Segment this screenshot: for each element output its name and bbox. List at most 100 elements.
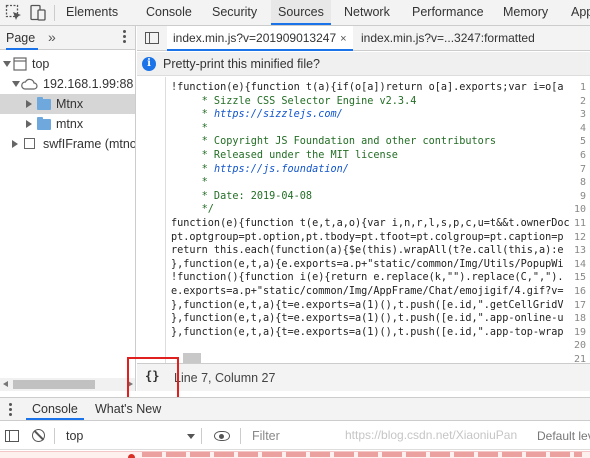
tab-whats-new[interactable]: What's New xyxy=(95,398,161,420)
line-number[interactable]: 6 xyxy=(560,149,586,163)
line-number[interactable]: 15 xyxy=(560,271,586,285)
toolbar-divider xyxy=(54,5,55,21)
line-number[interactable]: 14 xyxy=(560,258,586,272)
console-error-message xyxy=(0,451,590,458)
scroll-left-icon[interactable] xyxy=(3,381,8,387)
pretty-print-infobar: i Pretty-print this minified file? xyxy=(137,52,590,76)
tree-item-folder-mtnx-lower[interactable]: mtnx xyxy=(0,114,135,134)
toolbar-divider xyxy=(54,428,55,444)
tab-application[interactable]: App xyxy=(571,0,590,25)
code-line: !function(e){function t(a){if(o[a])retur… xyxy=(171,82,564,93)
expand-arrow-icon[interactable] xyxy=(26,100,32,108)
editor-status-bar: {} Line 7, Column 27 xyxy=(137,363,590,391)
line-number[interactable]: 7 xyxy=(560,163,586,177)
line-number[interactable]: 3 xyxy=(560,108,586,122)
tree-item-top[interactable]: top xyxy=(0,54,135,74)
editor-scrollbar-thumb[interactable] xyxy=(183,353,201,363)
chevron-down-icon[interactable] xyxy=(187,434,195,439)
code-line: * xyxy=(171,122,208,134)
code-line: * https://js.foundation/ xyxy=(171,163,349,175)
folder-icon xyxy=(37,117,51,130)
clear-console-icon[interactable] xyxy=(32,429,45,442)
tab-memory[interactable]: Memory xyxy=(503,0,548,25)
frame-icon xyxy=(13,57,27,71)
tree-item-label: Mtnx xyxy=(56,97,84,111)
code-line: */ xyxy=(171,204,214,216)
tab-network[interactable]: Network xyxy=(344,0,390,25)
file-navigator: Page » top 192.168.1.99:88 Mtnx mtnx swf… xyxy=(0,26,136,391)
expand-arrow-icon[interactable] xyxy=(26,120,32,128)
drawer-menu-icon[interactable] xyxy=(9,403,13,418)
code-line: },function(e,t,a){t=e.exports=a(1)(),t.p… xyxy=(171,299,564,311)
tab-security[interactable]: Security xyxy=(212,0,257,25)
toolbar-divider xyxy=(201,428,202,444)
expand-arrow-icon[interactable] xyxy=(12,81,20,87)
tree-item-label: top xyxy=(32,57,50,71)
tab-elements[interactable]: Elements xyxy=(66,0,118,25)
code-line: * Sizzle CSS Selector Engine v2.3.4 xyxy=(171,95,417,107)
more-tabs-button[interactable]: » xyxy=(48,29,56,45)
line-number[interactable]: 2 xyxy=(560,95,586,109)
line-number[interactable]: 4 xyxy=(560,122,586,136)
log-levels-dropdown[interactable]: Default lev xyxy=(537,422,590,450)
folder-icon xyxy=(37,97,51,110)
tree-item-label: mtnx xyxy=(56,117,84,131)
editor-tab-strip: index.min.js?v=201909013247 × index.min.j… xyxy=(137,26,590,51)
live-expression-eye-icon[interactable] xyxy=(214,431,230,441)
editor-tab-minified[interactable]: index.min.js?v=201909013247 × xyxy=(167,26,353,51)
tab-console[interactable]: Console xyxy=(146,0,192,25)
line-number[interactable]: 5 xyxy=(560,135,586,149)
tab-drawer-console[interactable]: Console xyxy=(26,398,84,420)
infobar-message: Pretty-print this minified file? xyxy=(163,57,321,71)
inspect-element-icon[interactable] xyxy=(5,4,23,22)
line-number[interactable]: 18 xyxy=(560,312,586,326)
navigator-horizontal-scrollbar[interactable] xyxy=(0,378,135,391)
frame-icon xyxy=(24,138,35,149)
editor-tab-formatted[interactable]: index.min.js?v=...3247:formatted xyxy=(361,26,535,51)
line-number[interactable]: 9 xyxy=(560,190,586,204)
code-line: * Copyright JS Foundation and other cont… xyxy=(171,136,497,148)
scrollbar-thumb[interactable] xyxy=(13,380,95,389)
code-line: e.exports=a.p+"static/common/Img/AppFram… xyxy=(171,286,564,297)
watermark-text: https://blog.csdn.net/XiaoniuPan xyxy=(345,428,518,442)
expand-arrow-icon[interactable] xyxy=(12,140,18,148)
device-toolbar-icon[interactable] xyxy=(29,4,47,22)
line-number[interactable]: 10 xyxy=(560,203,586,217)
line-number[interactable]: 21 xyxy=(560,353,586,363)
context-selector[interactable]: top xyxy=(66,422,83,450)
code-line: !function(){function i(e){return e.repla… xyxy=(171,272,564,284)
navigator-header: Page » xyxy=(0,26,135,50)
code-line: },function(e,t,a){e.exports=a.p+"static/… xyxy=(171,258,564,270)
code-line: * https://sizzlejs.com/ xyxy=(171,109,343,121)
error-icon xyxy=(128,454,135,458)
toggle-navigator-icon[interactable] xyxy=(145,32,159,44)
tab-page[interactable]: Page xyxy=(6,26,39,50)
tab-sources[interactable]: Sources xyxy=(271,0,331,25)
navigator-menu-icon[interactable] xyxy=(123,30,127,44)
line-number[interactable]: 17 xyxy=(560,299,586,313)
line-number[interactable]: 1 xyxy=(560,81,586,95)
tab-performance[interactable]: Performance xyxy=(412,0,484,25)
line-number[interactable]: 12 xyxy=(560,231,586,245)
line-number[interactable]: 8 xyxy=(560,176,586,190)
cloud-icon xyxy=(21,78,38,90)
tree-item-folder-mtnx-upper[interactable]: Mtnx xyxy=(0,94,135,114)
tree-item-swfiframe[interactable]: swfIFrame (mtnol xyxy=(0,134,136,154)
line-number[interactable]: 13 xyxy=(560,244,586,258)
code-line: pt.optgroup=pt.option,pt.tbody=pt.tfoot=… xyxy=(171,231,564,243)
toolbar-divider xyxy=(240,428,241,444)
code-line: * xyxy=(171,177,208,189)
line-number[interactable]: 19 xyxy=(560,326,586,340)
tree-item-label: swfIFrame (mtnol xyxy=(43,137,136,151)
code-editor[interactable]: 1 2 3 4 5 6 7 8 9 10 11 12 13 14 15 16 17 18 19 20 21 !funct… xyxy=(137,77,590,363)
code-line: function(e){function t(e,t,a,o){var i,n,… xyxy=(171,218,570,229)
console-sidebar-icon[interactable] xyxy=(5,430,19,442)
devtools-toolbar: Elements Console Security Sources Networ… xyxy=(0,0,590,26)
line-number[interactable]: 16 xyxy=(560,285,586,299)
drawer-tab-strip: Console What's New xyxy=(0,397,590,421)
line-number[interactable]: 20 xyxy=(560,339,586,353)
code-line: },function(e,t,a){t=e.exports=a(1)(),t.p… xyxy=(171,326,564,338)
tree-item-domain[interactable]: 192.168.1.99:88 xyxy=(0,74,135,94)
expand-arrow-icon[interactable] xyxy=(3,61,11,67)
close-tab-icon[interactable]: × xyxy=(340,33,346,45)
